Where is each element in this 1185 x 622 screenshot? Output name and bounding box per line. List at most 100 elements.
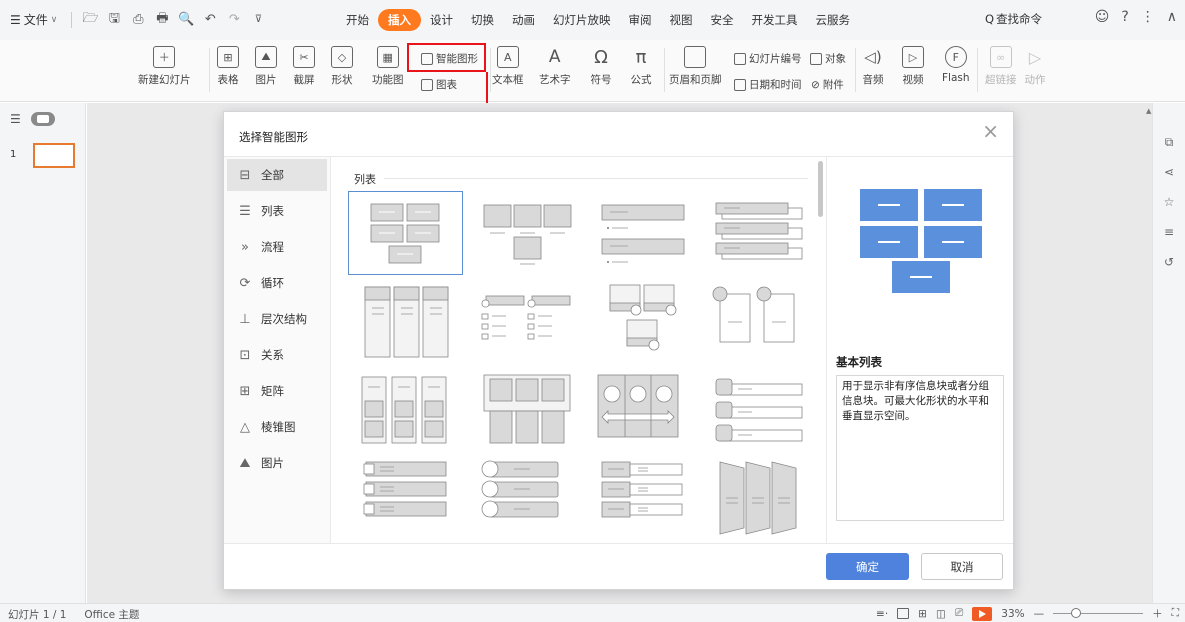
presenter-icon[interactable]: ⎚ (955, 607, 963, 620)
video-button[interactable]: ▷ 视频 (902, 46, 924, 87)
layout-tab-list[interactable] (706, 369, 821, 453)
chart-button[interactable]: 图表 (421, 77, 457, 92)
tab-developer[interactable]: 开发工具 (743, 9, 807, 31)
zoom-slider-knob[interactable] (1071, 608, 1082, 618)
open-folder-icon[interactable]: 🗁 (82, 11, 98, 28)
function-chart-button[interactable]: ▦ 功能图 (372, 46, 404, 87)
shape-button[interactable]: ◇ 形状 (331, 46, 353, 87)
notes-icon[interactable]: ≡· (876, 608, 888, 620)
star-icon[interactable]: ☆ (1162, 195, 1176, 209)
layout-vertical-box-list[interactable] (348, 280, 463, 364)
theme-name[interactable]: Office 主题 (84, 607, 139, 622)
thumbnail-view-icon[interactable] (30, 112, 55, 126)
slide-thumbnail[interactable] (33, 143, 75, 168)
tab-transitions[interactable]: 切换 (462, 9, 503, 31)
normal-view-icon[interactable] (897, 608, 910, 619)
file-menu[interactable]: ☰ 文件 ∨ (6, 9, 61, 30)
customize-toolbar-icon[interactable]: ⊽ (250, 12, 266, 28)
divider (855, 48, 856, 92)
attachment-button[interactable]: ⊘ 附件 (811, 77, 844, 92)
layout-table-list[interactable] (468, 369, 583, 453)
screenshot-button[interactable]: ✂ 截屏 (293, 46, 315, 87)
layout-circle-arrow-list[interactable] (588, 369, 703, 453)
layout-horizontal-bullet-list[interactable] (588, 458, 703, 542)
tab-home[interactable]: 开始 (337, 9, 378, 31)
textbox-button[interactable]: A 文本框 (492, 46, 524, 87)
category-all[interactable]: ⊟ 全部 (227, 159, 327, 191)
layout-checkbox-list[interactable] (348, 458, 463, 542)
layout-stacked-list[interactable] (706, 191, 821, 275)
feedback-icon[interactable]: ☺ (1095, 9, 1110, 25)
undo-icon[interactable]: ↶ (202, 12, 218, 28)
fit-window-icon[interactable]: ⛶ (1172, 607, 1179, 620)
ok-button[interactable]: 确定 (826, 553, 909, 580)
tab-design[interactable]: 设计 (421, 9, 462, 31)
outline-view-icon[interactable]: ☰ (10, 112, 21, 126)
layout-checklist[interactable] (468, 280, 583, 364)
settings-sliders-icon[interactable]: ≡ (1162, 225, 1176, 239)
tab-slideshow[interactable]: 幻灯片放映 (544, 9, 620, 31)
picture-button[interactable]: ⛰ 图片 (255, 46, 277, 87)
category-pyramid[interactable]: △ 棱锥图 (227, 411, 327, 443)
collapse-ribbon-icon[interactable]: ∧ (1167, 9, 1177, 25)
category-picture[interactable]: ⛰ 图片 (227, 447, 327, 479)
tab-animations[interactable]: 动画 (503, 9, 544, 31)
tab-cloud[interactable]: 云服务 (807, 9, 860, 31)
audio-button[interactable]: ◁) 音频 (862, 46, 884, 87)
copy-icon[interactable]: ⧉ (1162, 135, 1176, 149)
action-button[interactable]: ▷ 动作 (1024, 46, 1046, 87)
date-time-button[interactable]: 日期和时间 (734, 77, 802, 92)
layout-bubble-list[interactable] (468, 458, 583, 542)
slide-number-button[interactable]: 幻灯片编号 (734, 51, 802, 66)
category-hierarchy[interactable]: ⊥ 层次结构 (227, 303, 327, 335)
art-text-button[interactable]: A 艺术字 (539, 46, 571, 87)
close-icon[interactable]: × (982, 121, 999, 141)
layout-trapezoid-list[interactable] (706, 458, 821, 542)
hyperlink-button[interactable]: ∞ 超链接 (985, 46, 1017, 87)
layout-grouped-list[interactable] (348, 369, 463, 453)
category-label: 循环 (261, 276, 284, 290)
scroll-up-icon[interactable]: ▲ (1146, 107, 1151, 115)
zoom-level[interactable]: 33% (1001, 608, 1024, 620)
tab-insert[interactable]: 插入 (378, 9, 421, 31)
share-icon[interactable]: ⋖ (1162, 165, 1176, 179)
help-icon[interactable]: ? (1121, 9, 1128, 25)
more-icon[interactable]: ⋮ (1141, 9, 1155, 25)
save-icon[interactable]: 🖫 (106, 11, 122, 28)
tab-view[interactable]: 视图 (661, 9, 702, 31)
category-list[interactable]: ☰ 列表 (227, 195, 327, 227)
print-icon[interactable]: 🖶 (154, 11, 170, 28)
formula-button[interactable]: π 公式 (630, 46, 652, 87)
flash-button[interactable]: F Flash (942, 46, 970, 84)
zoom-slider[interactable] (1053, 608, 1144, 618)
category-label: 列表 (261, 204, 284, 218)
category-relationship[interactable]: ⊡ 关系 (227, 339, 327, 371)
tab-security[interactable]: 安全 (702, 9, 743, 31)
history-icon[interactable]: ↺ (1162, 255, 1176, 269)
layout-picture-accent-list[interactable] (588, 280, 703, 364)
category-cycle[interactable]: ⟳ 循环 (227, 267, 327, 299)
tab-review[interactable]: 审阅 (620, 9, 661, 31)
slide-number-icon (734, 52, 746, 65)
layout-circle-accent-list[interactable] (706, 280, 821, 364)
header-footer-button[interactable]: 页眉和页脚 (669, 46, 722, 87)
category-matrix[interactable]: ⊞ 矩阵 (227, 375, 327, 407)
search-command[interactable]: Q 查找命令 (985, 11, 1042, 27)
new-slide-button[interactable]: ＋ 新建幻灯片 (138, 46, 191, 87)
table-button[interactable]: ⊞ 表格 (217, 46, 239, 87)
zoom-in-icon[interactable]: ＋ (1152, 606, 1163, 621)
category-process[interactable]: » 流程 (227, 231, 327, 263)
layout-picture-caption-list[interactable] (468, 191, 583, 275)
reading-view-icon[interactable]: ◫ (936, 608, 946, 620)
export-pdf-icon[interactable]: ⎙ (130, 12, 146, 28)
print-preview-icon[interactable]: 🔍 (178, 12, 194, 28)
redo-icon[interactable]: ↷ (226, 12, 242, 28)
cancel-button[interactable]: 取消 (921, 553, 1003, 580)
layout-basic-list[interactable] (348, 191, 463, 275)
zoom-out-icon[interactable]: — (1034, 608, 1045, 620)
play-slideshow-button[interactable] (972, 606, 993, 621)
symbol-button[interactable]: Ω 符号 (590, 46, 612, 87)
object-button[interactable]: 对象 (810, 51, 846, 66)
layout-vertical-bullet-list[interactable] (588, 191, 703, 275)
sorter-view-icon[interactable]: ⊞ (918, 608, 927, 620)
